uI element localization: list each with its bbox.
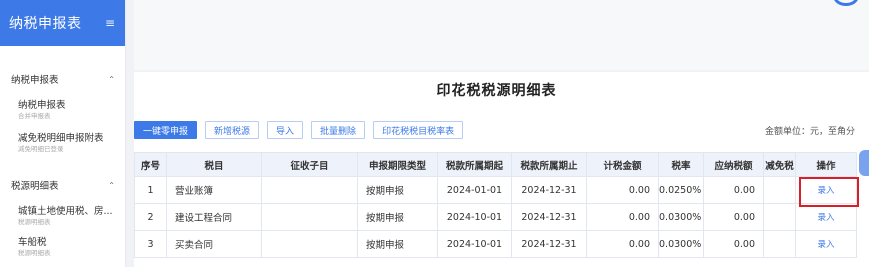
cell-relief bbox=[763, 176, 796, 204]
toolbar: 一键零申报 新增税源 导入 批量删除 印花税税目税率表 bbox=[134, 121, 464, 139]
sidebar-item-sublabel: 合并申报表 bbox=[18, 112, 51, 120]
cell-action: 录入 bbox=[795, 203, 857, 231]
cell-action: 录入 bbox=[795, 230, 857, 258]
sidebar: 纳税申报表 ≡ 纳税申报表 ⌃ 纳税申报表 合并申报表 减免税明细申报附表 减免… bbox=[0, 0, 126, 267]
sidebar-item-sublabel: 税源明细表 bbox=[18, 249, 51, 257]
sidebar-group-label: 纳税申报表 bbox=[11, 75, 59, 86]
zero-declaration-button[interactable]: 一键零申报 bbox=[134, 121, 198, 139]
column-header: 应纳税额 bbox=[703, 152, 764, 177]
column-header: 税率 bbox=[658, 152, 704, 177]
cell-period-start: 2024-10-01 bbox=[437, 230, 512, 258]
cell-taxable-amount: 0.00 bbox=[586, 203, 659, 231]
sidebar-item-label: 减免税明细申报附表 bbox=[18, 133, 104, 144]
cell-tax-rate: 0.0250% bbox=[658, 176, 704, 204]
enter-link[interactable]: 录入 bbox=[817, 213, 834, 223]
cell-period-end: 2024-12-31 bbox=[511, 230, 587, 258]
sidebar-title: 纳税申报表 bbox=[9, 16, 82, 32]
cell-tax-payable: 0.00 bbox=[703, 230, 764, 258]
chevron-up-icon: ⌃ bbox=[108, 180, 115, 190]
column-header: 税目 bbox=[166, 152, 262, 177]
tax-source-table: 序号 税目 征收子目 申报期限类型 税款所属期起 税款所属期止 计税金额 税率 … bbox=[134, 152, 857, 258]
sidebar-item-label: 城镇土地使用税、房... bbox=[18, 206, 113, 217]
sidebar-header: 纳税申报表 ≡ bbox=[0, 0, 125, 46]
cell-taxable-amount: 0.00 bbox=[586, 230, 659, 258]
cell-period-type: 按期申报 bbox=[357, 176, 438, 204]
batch-delete-button[interactable]: 批量删除 bbox=[311, 121, 366, 139]
cell-period-start: 2024-01-01 bbox=[437, 176, 512, 204]
cell-tax-payable: 0.00 bbox=[703, 203, 764, 231]
cell-period-type: 按期申报 bbox=[357, 203, 438, 231]
column-header: 计税金额 bbox=[586, 152, 659, 177]
sidebar-item-label: 车船税 bbox=[18, 237, 47, 248]
table-row: 1 营业账簿 按期申报 2024-01-01 2024-12-31 0.00 0… bbox=[134, 176, 857, 204]
enter-link[interactable]: 录入 bbox=[817, 240, 834, 250]
side-panel-tab[interactable] bbox=[859, 150, 869, 176]
cell-period-start: 2024-10-01 bbox=[437, 203, 512, 231]
sidebar-item-vehicle-tax[interactable]: 车船税 税源明细表 bbox=[0, 237, 125, 258]
sidebar-item-filing-form[interactable]: 纳税申报表 合并申报表 bbox=[0, 100, 125, 121]
table-row: 2 建设工程合同 按期申报 2024-10-01 2024-12-31 0.00… bbox=[134, 203, 857, 231]
cell-relief bbox=[763, 230, 796, 258]
cell-seq: 1 bbox=[134, 176, 167, 204]
logo-icon bbox=[833, 0, 859, 6]
cell-sub-item bbox=[261, 203, 358, 231]
page-title: 印花税税源明细表 bbox=[436, 83, 557, 99]
cell-tax-item: 建设工程合同 bbox=[166, 203, 262, 231]
main-area: 印花税税源明细表 一键零申报 新增税源 导入 批量删除 印花税税目税率表 金额单… bbox=[134, 0, 869, 267]
cell-seq: 3 bbox=[134, 230, 167, 258]
tax-rate-table-button[interactable]: 印花税税目税率表 bbox=[373, 121, 464, 139]
app-page: 纳税申报表 ≡ 纳税申报表 ⌃ 纳税申报表 合并申报表 减免税明细申报附表 减免… bbox=[0, 0, 869, 267]
top-bar bbox=[134, 0, 869, 70]
cell-tax-payable: 0.00 bbox=[703, 176, 764, 204]
cell-sub-item bbox=[261, 176, 358, 204]
sidebar-item-land-use-tax[interactable]: 城镇土地使用税、房... 税源明细表 bbox=[0, 206, 125, 227]
table-header-row: 序号 税目 征收子目 申报期限类型 税款所属期起 税款所属期止 计税金额 税率 … bbox=[134, 152, 857, 177]
cell-period-end: 2024-12-31 bbox=[511, 203, 587, 231]
chevron-up-icon: ⌃ bbox=[108, 74, 115, 84]
sidebar-item-relief-schedule[interactable]: 减免税明细申报附表 减免明细已登录 bbox=[0, 133, 125, 154]
column-header: 操作 bbox=[795, 152, 857, 177]
cell-tax-rate: 0.0300% bbox=[658, 230, 704, 258]
column-header: 申报期限类型 bbox=[357, 152, 438, 177]
table-row: 3 买卖合同 按期申报 2024-10-01 2024-12-31 0.00 0… bbox=[134, 230, 857, 258]
content-card: 印花税税源明细表 一键零申报 新增税源 导入 批量删除 印花税税目税率表 金额单… bbox=[134, 72, 869, 267]
cell-relief bbox=[763, 203, 796, 231]
cell-sub-item bbox=[261, 230, 358, 258]
cell-tax-item: 营业账簿 bbox=[166, 176, 262, 204]
column-header: 税款所属期止 bbox=[511, 152, 587, 177]
sidebar-item-sublabel: 税源明细表 bbox=[18, 218, 51, 226]
sidebar-group-tax-source[interactable]: 税源明细表 ⌃ bbox=[0, 178, 125, 193]
add-tax-source-button[interactable]: 新增税源 bbox=[205, 121, 260, 139]
sidebar-item-label: 纳税申报表 bbox=[18, 100, 66, 111]
column-header: 序号 bbox=[134, 152, 167, 177]
sidebar-group-label: 税源明细表 bbox=[11, 181, 59, 192]
cell-period-type: 按期申报 bbox=[357, 230, 438, 258]
sidebar-group-filing[interactable]: 纳税申报表 ⌃ bbox=[0, 72, 125, 87]
import-button[interactable]: 导入 bbox=[267, 121, 304, 139]
column-header: 征收子目 bbox=[261, 152, 358, 177]
cell-period-end: 2024-12-31 bbox=[511, 176, 587, 204]
cell-seq: 2 bbox=[134, 203, 167, 231]
amount-unit-label: 金额单位：元，至角分 bbox=[764, 127, 855, 137]
column-header: 减免税 bbox=[763, 152, 796, 177]
cell-tax-rate: 0.0300% bbox=[658, 203, 704, 231]
column-header: 税款所属期起 bbox=[437, 152, 512, 177]
highlight-box bbox=[799, 177, 859, 207]
menu-collapse-icon[interactable]: ≡ bbox=[105, 16, 115, 30]
sidebar-item-sublabel: 减免明细已登录 bbox=[18, 145, 64, 153]
cell-taxable-amount: 0.00 bbox=[586, 176, 659, 204]
cell-tax-item: 买卖合同 bbox=[166, 230, 262, 258]
